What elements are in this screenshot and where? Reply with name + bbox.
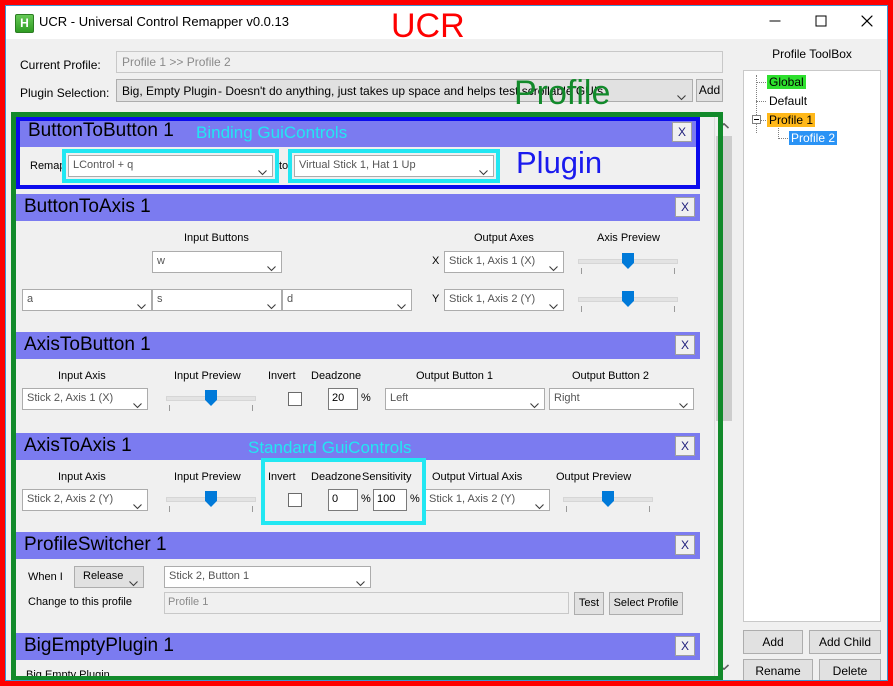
tree-line	[778, 138, 788, 139]
profile-toolbox-title: Profile ToolBox	[772, 47, 852, 61]
plugin-selection-label: Plugin Selection:	[20, 86, 110, 100]
delete-profile-button[interactable]: Delete	[819, 659, 881, 680]
tree-node-profile-2[interactable]: Profile 2	[789, 131, 838, 145]
tree-line	[756, 75, 757, 133]
tree-node-profile-1[interactable]: Profile 1	[767, 113, 816, 127]
current-profile-label: Current Profile:	[20, 58, 101, 72]
tree-expander-profile-1[interactable]	[752, 115, 761, 124]
add-profile-button[interactable]: Add	[743, 630, 803, 654]
tree-node-global[interactable]: Global	[767, 75, 806, 89]
rename-profile-button[interactable]: Rename	[743, 659, 813, 680]
minimize-button[interactable]	[752, 6, 798, 36]
add-plugin-button[interactable]: Add	[696, 79, 723, 102]
window-title: UCR - Universal Control Remapper v0.0.13	[39, 14, 289, 29]
annotation-profile: Profile	[514, 74, 611, 112]
chevron-down-icon	[677, 88, 686, 106]
close-button[interactable]	[844, 6, 887, 36]
plugin-selection-name: Big, Empty Plugin	[122, 84, 217, 98]
profile-toolbox: Profile ToolBox Global Default Profile 1…	[737, 39, 887, 680]
add-child-profile-button[interactable]: Add Child	[809, 630, 881, 654]
tree-line	[756, 82, 766, 83]
current-profile-field: Profile 1 >> Profile 2	[116, 51, 723, 73]
main-window: H UCR - Universal Control Remapper v0.0.…	[5, 5, 888, 681]
tree-node-default[interactable]: Default	[767, 94, 809, 108]
app-icon: H	[15, 14, 34, 33]
current-profile-value: Profile 1 >> Profile 2	[122, 55, 231, 69]
green-annotation-border	[11, 112, 723, 680]
maximize-button[interactable]	[798, 6, 844, 36]
profile-tree[interactable]: Global Default Profile 1 Profile 2	[743, 70, 881, 622]
tree-line	[756, 101, 766, 102]
